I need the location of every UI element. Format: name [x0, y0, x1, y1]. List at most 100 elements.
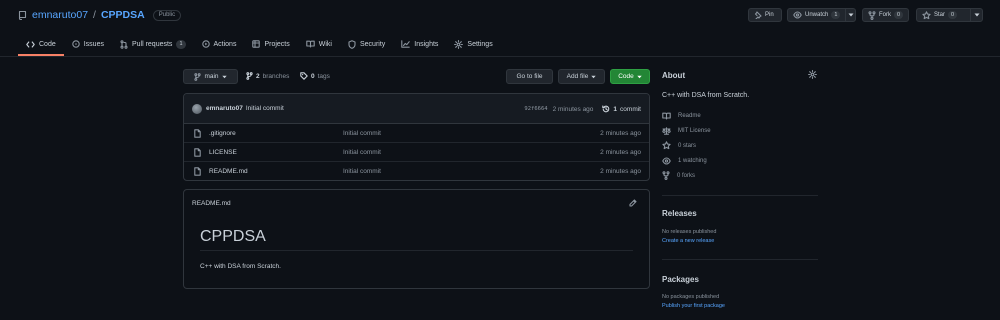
star-count: 0 [948, 11, 958, 19]
commits-link[interactable]: 1 commit [602, 105, 641, 113]
file-icon [194, 167, 201, 176]
shield-icon [348, 39, 356, 49]
header-divider [0, 56, 1000, 57]
visibility-badge: Public [152, 9, 182, 21]
code-button[interactable]: Code [610, 69, 650, 84]
go-to-file-button[interactable]: Go to file [506, 69, 553, 84]
file-row: LICENSE Initial commit 2 minutes ago [184, 143, 649, 162]
commits-label: commit [620, 105, 641, 113]
file-name-link[interactable]: LICENSE [209, 149, 237, 156]
tab-security-label: Security [359, 40, 386, 48]
tab-wiki[interactable]: Wiki [298, 34, 340, 54]
tab-insights[interactable]: Insights [393, 34, 446, 54]
readme-body: C++ with DSA from Scratch. [200, 263, 281, 270]
file-name-link[interactable]: .gitignore [209, 130, 236, 137]
pin-button[interactable]: Pin [748, 8, 782, 22]
create-release-link[interactable]: Create a new release [662, 238, 714, 244]
pull-requests-count: 1 [176, 39, 186, 49]
code-button-label: Code [618, 73, 634, 80]
branches-count: 2 [256, 72, 260, 80]
tab-projects[interactable]: Projects [244, 34, 297, 54]
file-commit-message-link[interactable]: Initial commit [343, 149, 381, 156]
tab-pull-requests-label: Pull requests [131, 40, 173, 48]
tab-security[interactable]: Security [340, 34, 393, 54]
watchers-link[interactable]: 1 watching [662, 153, 711, 168]
pin-icon [754, 11, 762, 19]
table-icon [252, 40, 261, 48]
latest-commit-row: emnaruto07 Initial commit 92f6664 2 minu… [184, 94, 649, 124]
branch-name: main [204, 73, 219, 80]
tab-actions-label: Actions [213, 40, 237, 48]
add-file-button[interactable]: Add file [558, 69, 605, 84]
file-commit-message-link[interactable]: Initial commit [343, 130, 381, 137]
tab-insights-label: Insights [414, 40, 439, 48]
file-name-link[interactable]: README.md [209, 168, 248, 175]
stars-link[interactable]: 0 stars [662, 138, 711, 153]
license-link[interactable]: MIT License [662, 123, 711, 138]
issue-icon [71, 40, 80, 48]
avatar[interactable] [192, 103, 202, 114]
tab-actions[interactable]: Actions [194, 34, 245, 54]
tags-label: tags [317, 72, 330, 80]
star-button[interactable]: Star 0 [916, 8, 983, 22]
file-age: 2 minutes ago [600, 168, 641, 175]
gear-icon [808, 70, 817, 79]
tag-icon [300, 72, 308, 80]
gear-icon [454, 39, 464, 49]
file-commit-message-link[interactable]: Initial commit [343, 168, 381, 175]
star-label: Star [934, 12, 946, 18]
file-age: 2 minutes ago [600, 148, 641, 156]
tab-issues[interactable]: Issues [64, 34, 112, 54]
commit-message-link[interactable]: Initial commit [246, 105, 284, 112]
branch-selector[interactable]: main [183, 69, 238, 84]
fork-icon [868, 10, 876, 20]
stars-link-label: 0 stars [678, 142, 697, 149]
pencil-icon [629, 199, 637, 207]
tab-wiki-label: Wiki [318, 40, 332, 48]
repo-name-link[interactable]: CPPDSA [101, 9, 145, 21]
add-file-label: Add file [566, 73, 589, 80]
packages-empty-text: No packages published [662, 294, 720, 300]
watchers-link-label: 1 watching [678, 157, 707, 164]
packages-title[interactable]: Packages [662, 275, 699, 284]
forks-link[interactable]: 0 forks [662, 168, 711, 183]
about-title: About [662, 71, 686, 80]
tab-code[interactable]: Code [18, 34, 64, 56]
branches-link[interactable]: 2 branches [246, 72, 289, 80]
file-icon [194, 128, 201, 138]
releases-empty-text: No releases published [662, 229, 717, 235]
readme-panel: README.md CPPDSA C++ with DSA from Scrat… [183, 189, 650, 289]
chevron-down-icon [848, 13, 854, 17]
about-settings-button[interactable] [808, 70, 817, 79]
play-icon [201, 40, 210, 48]
file-icon [194, 147, 201, 157]
tab-projects-label: Projects [264, 40, 290, 48]
repo-icon [18, 10, 27, 20]
fork-icon [662, 171, 670, 180]
star-dropdown-toggle[interactable] [970, 9, 982, 21]
commit-author-link[interactable]: emnaruto07 [206, 105, 243, 112]
tab-code-label: Code [39, 40, 56, 48]
file-browser: emnaruto07 Initial commit 92f6664 2 minu… [183, 93, 650, 181]
tags-link[interactable]: 0 tags [300, 72, 330, 80]
chevron-down-icon [221, 75, 227, 78]
license-link-label: MIT License [678, 127, 711, 134]
tab-pull-requests[interactable]: Pull requests 1 [112, 34, 194, 54]
commit-sha-link[interactable]: 92f6664 [524, 106, 547, 112]
file-age: 2 minutes ago [600, 129, 641, 137]
sidebar-divider [662, 259, 818, 260]
unwatch-button[interactable]: Unwatch 1 [787, 8, 856, 22]
about-description: C++ with DSA from Scratch. [662, 92, 750, 99]
tab-settings-label: Settings [467, 40, 493, 48]
watch-dropdown-toggle[interactable] [845, 9, 855, 21]
repo-owner-link[interactable]: emnaruto07 [32, 9, 88, 21]
fork-button[interactable]: Fork 0 [862, 8, 909, 22]
watch-count: 1 [831, 11, 841, 19]
readme-link[interactable]: Readme [662, 108, 711, 123]
pull-request-icon [120, 39, 128, 49]
edit-readme-button[interactable] [629, 199, 637, 207]
publish-package-link[interactable]: Publish your first package [662, 303, 725, 309]
tab-settings[interactable]: Settings [446, 34, 500, 54]
repo-path-separator: / [93, 9, 96, 21]
releases-title[interactable]: Releases [662, 209, 697, 218]
